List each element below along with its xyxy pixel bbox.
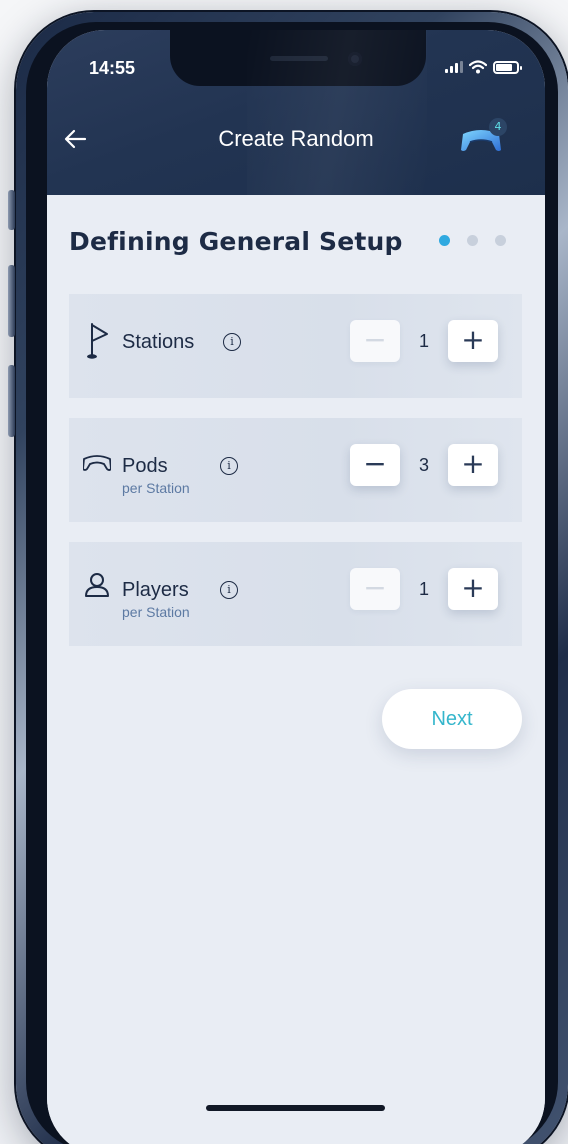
players-decrement-button[interactable]: − — [350, 568, 400, 610]
step-dot-2 — [467, 235, 478, 246]
phone-screen: 14:55 Create Random 4 Defining General S… — [47, 30, 545, 1144]
pods-sublabel: per Station — [122, 480, 190, 496]
pods-value: 3 — [418, 455, 429, 475]
pods-button[interactable]: 4 — [459, 118, 509, 158]
stations-value: 1 — [418, 331, 429, 351]
wifi-icon — [469, 60, 487, 74]
players-row: Players per Station i − 1 + — [69, 542, 522, 646]
volume-down-button — [8, 365, 15, 437]
pod-icon — [83, 455, 111, 471]
info-icon[interactable]: i — [223, 333, 241, 351]
next-button[interactable]: Next — [382, 689, 522, 749]
step-dot-3 — [495, 235, 506, 246]
pods-row: Pods per Station i − 3 + — [69, 418, 522, 522]
info-icon[interactable]: i — [220, 581, 238, 599]
section-title: Defining General Setup — [69, 227, 403, 256]
mute-switch — [8, 190, 15, 230]
step-dot-1 — [439, 235, 450, 246]
volume-up-button — [8, 265, 15, 337]
stations-label: Stations — [122, 331, 195, 353]
flag-icon — [87, 323, 108, 359]
camera — [348, 52, 362, 66]
home-indicator — [206, 1105, 385, 1111]
players-label: Players — [122, 579, 189, 601]
pods-decrement-button[interactable]: − — [350, 444, 400, 486]
speaker — [270, 56, 328, 61]
stations-decrement-button[interactable]: − — [350, 320, 400, 362]
players-value: 1 — [418, 579, 429, 599]
players-sublabel: per Station — [122, 604, 190, 620]
app-header: 14:55 Create Random 4 — [47, 30, 545, 195]
players-increment-button[interactable]: + — [448, 568, 498, 610]
info-icon[interactable]: i — [220, 457, 238, 475]
battery-icon — [493, 60, 522, 74]
pod-count-badge: 4 — [489, 118, 507, 136]
main-content: Defining General Setup Stations i − 1 + — [47, 195, 545, 1144]
pods-increment-button[interactable]: + — [448, 444, 498, 486]
status-icons — [445, 60, 522, 74]
signal-icon — [445, 61, 463, 73]
stations-row: Stations i − 1 + — [69, 294, 522, 398]
stations-increment-button[interactable]: + — [448, 320, 498, 362]
pods-label: Pods — [122, 455, 168, 477]
status-time: 14:55 — [89, 58, 136, 78]
notch — [170, 30, 426, 86]
person-icon — [85, 573, 109, 597]
stage: 14:55 Create Random 4 Defining General S… — [0, 0, 568, 1144]
step-indicator — [439, 235, 506, 246]
